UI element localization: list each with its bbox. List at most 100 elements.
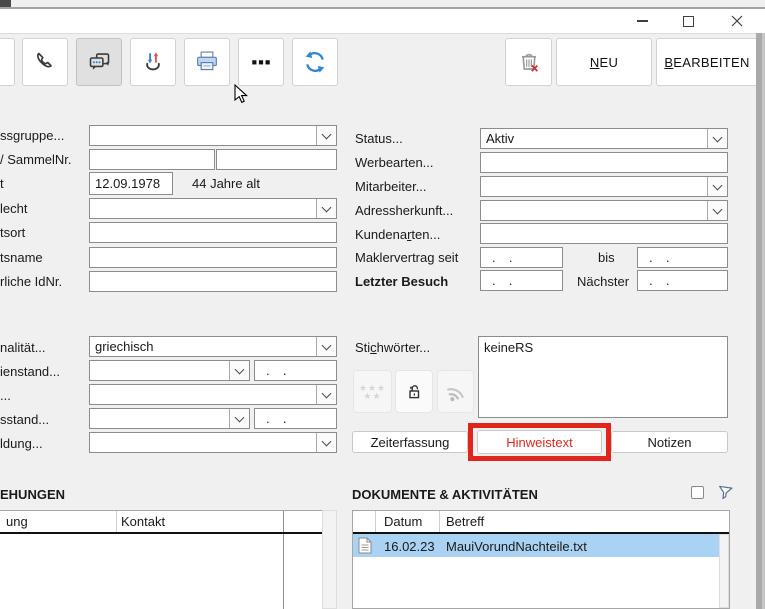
phone-button[interactable] <box>22 38 68 86</box>
unlock-button[interactable] <box>395 370 433 413</box>
werbearten-label: Werbearten... <box>355 155 434 170</box>
filter-icon[interactable] <box>716 484 735 502</box>
dokumente-col-datum[interactable]: Datum <box>384 514 422 529</box>
nationalitaet-dropdown[interactable]: griechisch <box>89 336 337 357</box>
sammelnr-label: / SammelNr. <box>0 152 72 167</box>
idnr-input[interactable] <box>89 271 337 292</box>
print-button[interactable] <box>184 38 230 86</box>
maximize-button[interactable] <box>676 10 700 32</box>
minimize-button[interactable] <box>630 10 654 32</box>
more-icon <box>247 48 275 76</box>
familienstand-date-input[interactable]: . . <box>254 360 337 381</box>
stars-icon: ★★★★★ <box>359 384 386 400</box>
chevron-down-icon[interactable] <box>316 433 336 452</box>
rss-button[interactable] <box>437 370 474 413</box>
dokumente-title: DOKUMENTE & AKTIVITÄTEN <box>352 487 538 502</box>
ausbildung-dropdown[interactable] <box>89 432 337 453</box>
import-export-icon <box>139 48 167 76</box>
toolbar-partial-button[interactable] <box>0 38 15 86</box>
mitarbeiter-dropdown[interactable] <box>480 176 728 197</box>
adressgruppe-dropdown[interactable] <box>89 125 337 146</box>
empty-date-value: . . <box>638 271 727 288</box>
bearbeiten-button[interactable]: BEARBEITEN <box>656 38 758 86</box>
status-dropdown[interactable]: Aktiv <box>480 128 728 149</box>
status-label: Status... <box>355 131 403 146</box>
close-icon <box>731 15 743 27</box>
unlock-icon <box>402 380 426 404</box>
close-button[interactable] <box>724 10 750 32</box>
rating-button[interactable]: ★★★★★ <box>353 370 392 413</box>
empty-date-value: . . <box>481 271 562 288</box>
row3-dropdown[interactable] <box>89 384 337 405</box>
beziehungen-scrollbar[interactable] <box>322 510 337 609</box>
refresh-icon <box>301 48 329 76</box>
stichwoerter-label: Stichwörter... <box>355 340 430 355</box>
naechster-besuch-input[interactable]: . . <box>637 270 728 291</box>
nationalitaet-value: griechisch <box>90 337 336 354</box>
beziehungen-col-kontakt[interactable]: Kontakt <box>121 514 165 529</box>
chevron-down-icon[interactable] <box>229 361 249 380</box>
geburtsname-input[interactable] <box>89 247 337 268</box>
column-separator <box>375 511 376 532</box>
adressherkunft-label: Adressherkunft... <box>355 203 453 218</box>
chat-button[interactable] <box>76 38 122 86</box>
berufsstand-label: sstand... <box>0 412 49 427</box>
letzter-besuch-input[interactable]: . . <box>480 270 563 291</box>
notizen-button[interactable]: Notizen <box>611 431 728 453</box>
geburtsname-label: tsname <box>0 250 43 265</box>
beziehungen-col-ung[interactable]: ung <box>6 514 28 529</box>
maklervertrag-bis-input[interactable]: . . <box>637 247 728 268</box>
delete-button[interactable] <box>505 38 552 86</box>
chevron-down-icon[interactable] <box>316 385 336 404</box>
beziehungen-title: EHUNGEN <box>0 487 65 502</box>
chevron-down-icon[interactable] <box>229 409 249 428</box>
zeiterfassung-label: Zeiterfassung <box>371 435 450 450</box>
hinweistext-label: Hinweistext <box>506 435 572 450</box>
geschlecht-label: lecht <box>0 201 27 216</box>
import-export-button[interactable] <box>130 38 176 86</box>
zeiterfassung-button[interactable]: Zeiterfassung <box>352 431 468 453</box>
empty-date-value: . . <box>255 361 336 378</box>
row-datum[interactable]: 16.02.23 <box>384 539 435 554</box>
chevron-down-icon[interactable] <box>707 177 727 196</box>
kundennr-input[interactable] <box>89 149 215 170</box>
row-betreff[interactable]: MauiVorundNachteile.txt <box>446 539 587 554</box>
mouse-cursor <box>234 84 249 105</box>
berufsstand-dropdown[interactable] <box>89 408 250 429</box>
dokumente-col-betreff[interactable]: Betreff <box>446 514 484 529</box>
chevron-down-icon[interactable] <box>316 337 336 356</box>
more-button[interactable] <box>238 38 284 86</box>
chevron-down-icon[interactable] <box>316 126 336 145</box>
adressherkunft-dropdown[interactable] <box>480 200 728 221</box>
geburtsdatum-input[interactable]: 12.09.1978 <box>89 172 173 195</box>
ausbildung-label: ldung... <box>0 436 43 451</box>
hinweistext-button[interactable]: Hinweistext <box>477 430 602 454</box>
kundenarten-input[interactable] <box>480 223 728 244</box>
column-separator <box>439 511 440 532</box>
header-underline <box>0 532 322 534</box>
dokumente-checkbox[interactable] <box>691 486 704 499</box>
geburtsort-input[interactable] <box>89 222 337 243</box>
empty-date-value: . . <box>255 409 336 426</box>
geschlecht-dropdown[interactable] <box>89 198 337 219</box>
stichwoerter-textarea[interactable]: keineRS <box>478 336 728 418</box>
chevron-down-icon[interactable] <box>707 201 727 220</box>
corner-artifact <box>0 0 11 7</box>
chevron-down-icon[interactable] <box>316 199 336 218</box>
dokumente-scrollbar[interactable] <box>719 534 729 608</box>
bis-label: bis <box>598 250 615 265</box>
familienstand-label: ienstand... <box>0 364 60 379</box>
document-icon <box>358 537 372 554</box>
crm-contact-window: { "titlebar": { "controls": ["minimize",… <box>0 0 765 609</box>
werbearten-input[interactable] <box>480 152 728 173</box>
familienstand-dropdown[interactable] <box>89 360 250 381</box>
sammelnr-input[interactable] <box>216 149 337 170</box>
minimize-icon <box>637 20 648 22</box>
maklervertrag-von-input[interactable]: . . <box>480 247 563 268</box>
refresh-button[interactable] <box>292 38 338 86</box>
neu-button[interactable]: NEU <box>556 38 652 86</box>
chevron-down-icon[interactable] <box>707 129 727 148</box>
berufsstand-date-input[interactable]: . . <box>254 408 337 429</box>
letzter-besuch-label: Letzter Besuch <box>355 274 448 289</box>
naechster-label: Nächster <box>577 274 629 289</box>
